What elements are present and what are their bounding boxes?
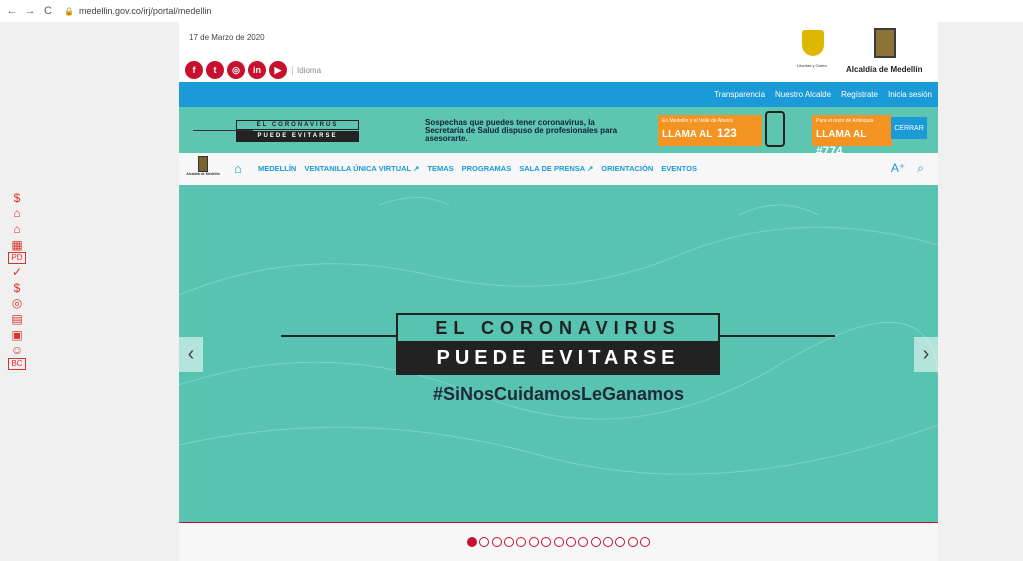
- call1-num: 123: [716, 126, 737, 140]
- youtube-icon[interactable]: ▶: [269, 61, 287, 79]
- main-page: 17 de Marzo de 2020 f t ◎ in ▶ Idioma Li…: [179, 22, 938, 561]
- main-nav: Alcaldía de Medellín ⌂ MEDELLÍN VENTANIL…: [179, 153, 938, 185]
- colombia-shield-icon: [802, 30, 824, 56]
- home-icon[interactable]: ⌂: [8, 206, 26, 222]
- call2-num: #774: [816, 144, 843, 153]
- date: 17 de Marzo de 2020: [189, 33, 265, 42]
- facebook-icon[interactable]: f: [185, 61, 203, 79]
- shield-caption: Libertad y Orden: [797, 63, 827, 68]
- carousel-dot[interactable]: [541, 537, 552, 547]
- house-icon[interactable]: ⌂: [8, 221, 26, 237]
- hero-carousel: EL CORONAVIRUS PUEDE EVITARSE #SiNosCuid…: [179, 185, 938, 522]
- carousel-dot[interactable]: [504, 537, 514, 547]
- side-tools: $ ⌂ ⌂ ▦ PD ✓ $ ◎ ▤ ▣ ☺ BC: [8, 190, 26, 370]
- nav-ventanilla[interactable]: VENTANILLA ÚNICA VIRTUAL ↗: [304, 164, 419, 173]
- nav-programas[interactable]: PROGRAMAS: [462, 164, 512, 173]
- check-icon[interactable]: ✓: [8, 264, 26, 280]
- carousel-dot[interactable]: [565, 537, 576, 547]
- hero-line1: EL CORONAVIRUS: [396, 313, 720, 343]
- banner-line2: PUEDE EVITARSE: [236, 131, 359, 142]
- topnav-transparencia[interactable]: Transparencia: [714, 90, 765, 99]
- back-icon[interactable]: ←: [6, 5, 18, 17]
- text-size-icon[interactable]: A⁺: [891, 161, 905, 176]
- carousel-dot[interactable]: [640, 537, 651, 547]
- carousel-dot[interactable]: [578, 537, 589, 547]
- call1-small: En Medellín y el Valle de Aburrá: [662, 118, 733, 124]
- banner-line1: EL CORONAVIRUS: [236, 120, 359, 130]
- carousel-dot[interactable]: [528, 537, 539, 547]
- carousel-dot[interactable]: [516, 537, 527, 547]
- nav-menu: MEDELLÍN VENTANILLA ÚNICA VIRTUAL ↗ TEMA…: [258, 164, 705, 173]
- nav-medellin[interactable]: MEDELLÍN: [258, 164, 296, 173]
- nav-logo[interactable]: Alcaldía de Medellín: [183, 156, 223, 176]
- linkedin-icon[interactable]: in: [248, 61, 266, 79]
- building-icon[interactable]: ▦: [8, 237, 26, 253]
- covid-banner: EL CORONAVIRUS PUEDE EVITARSE Sospechas …: [179, 107, 938, 153]
- banner-text: Sospechas que puedes tener coronavirus, …: [425, 118, 618, 143]
- close-banner-button[interactable]: CERRAR: [891, 117, 927, 139]
- document-icon[interactable]: ▤: [8, 311, 26, 327]
- location-icon[interactable]: ◎: [8, 296, 26, 312]
- top-nav: Transparencia Nuestro Alcalde Regístrate…: [179, 82, 938, 107]
- instagram-icon[interactable]: ◎: [227, 61, 245, 79]
- topnav-nuestro-alcalde[interactable]: Nuestro Alcalde: [775, 90, 831, 99]
- moneybag-icon[interactable]: $: [8, 280, 26, 296]
- nav-logo-text: Alcaldía de Medellín: [186, 172, 220, 176]
- search-icon[interactable]: ⌕: [917, 161, 924, 176]
- carousel-dots: [179, 523, 938, 561]
- bc-icon[interactable]: BC: [8, 357, 26, 370]
- home-icon[interactable]: ⌂: [234, 161, 242, 176]
- call2-small: Para el resto de Antioquia: [816, 118, 874, 124]
- carousel-dot[interactable]: [491, 537, 502, 547]
- nav-eventos[interactable]: EVENTOS: [661, 164, 697, 173]
- carousel-dot[interactable]: [466, 537, 477, 547]
- nav-temas[interactable]: TEMAS: [427, 164, 453, 173]
- carousel-dot[interactable]: [603, 537, 613, 547]
- crest-small-icon: [198, 156, 208, 172]
- carousel-dot[interactable]: [615, 537, 626, 547]
- next-slide-button[interactable]: ›: [914, 337, 938, 372]
- nav-tools: A⁺ ⌕: [879, 161, 924, 176]
- url-field[interactable]: medellin.gov.co/irj/portal/medellin: [79, 6, 211, 16]
- call-box-123: En Medellín y el Valle de Aburrá LLAMA A…: [658, 115, 762, 146]
- dollar-icon[interactable]: $: [8, 190, 26, 206]
- medellin-crest-icon: [874, 28, 896, 58]
- carousel-dot[interactable]: [479, 537, 490, 547]
- carousel-dot[interactable]: [553, 537, 564, 547]
- person-icon[interactable]: ☺: [8, 342, 26, 358]
- phone-icon: [765, 111, 785, 147]
- reload-icon[interactable]: C: [42, 5, 54, 17]
- alcaldia-logo-text[interactable]: Alcaldía de Medellín: [846, 65, 922, 74]
- call1-big: LLAMA AL: [662, 129, 713, 140]
- prev-slide-button[interactable]: ‹: [179, 337, 203, 372]
- social-links: f t ◎ in ▶ Idioma: [185, 61, 321, 79]
- divider: [281, 335, 396, 337]
- carousel-dot[interactable]: [590, 537, 601, 547]
- header: 17 de Marzo de 2020 f t ◎ in ▶ Idioma Li…: [179, 22, 938, 82]
- twitter-icon[interactable]: t: [206, 61, 224, 79]
- call-box-774: Para el resto de Antioquia LLAMA AL #774: [812, 115, 892, 153]
- browser-address-bar: ← → C 🔒 medellin.gov.co/irj/portal/medel…: [0, 0, 1023, 22]
- lock-icon: 🔒: [64, 6, 74, 16]
- nav-sala-prensa[interactable]: SALA DE PRENSA ↗: [519, 164, 593, 173]
- divider: [720, 335, 835, 337]
- pd-icon[interactable]: PD: [8, 252, 26, 265]
- nav-orientacion[interactable]: ORIENTACIÓN: [601, 164, 653, 173]
- language-selector[interactable]: Idioma: [292, 65, 321, 75]
- forward-icon[interactable]: →: [24, 5, 36, 17]
- call2-big: LLAMA AL: [816, 129, 867, 140]
- topnav-inicia-sesion[interactable]: Inicia sesión: [888, 90, 932, 99]
- search-doc-icon[interactable]: ▣: [8, 327, 26, 343]
- hero-line2: PUEDE EVITARSE: [396, 342, 720, 375]
- topnav-registrate[interactable]: Regístrate: [841, 90, 878, 99]
- carousel-dot[interactable]: [627, 537, 638, 547]
- hero-hashtag: #SiNosCuidamosLeGanamos: [432, 384, 685, 404]
